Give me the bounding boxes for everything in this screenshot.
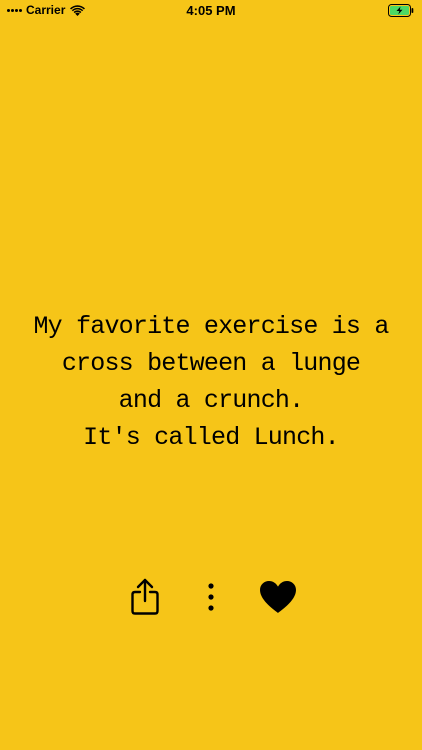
share-button[interactable]	[122, 573, 168, 621]
heart-icon	[260, 581, 296, 613]
status-bar: Carrier 4:05 PM	[0, 0, 422, 22]
quote-line: My favorite exercise is a	[33, 312, 389, 341]
quote-line: cross between a lunge	[61, 349, 361, 378]
more-options-button[interactable]	[196, 573, 226, 621]
more-vertical-icon	[208, 583, 214, 611]
status-time: 4:05 PM	[186, 3, 236, 18]
quote-text: My favorite exercise is a cross between …	[0, 308, 422, 456]
battery-charging-icon	[388, 4, 414, 17]
quote-line: and a crunch.	[118, 386, 304, 415]
share-icon	[131, 578, 159, 615]
like-button[interactable]	[255, 573, 301, 621]
quote-line: It's called Lunch.	[83, 423, 339, 452]
action-bar	[0, 573, 422, 621]
